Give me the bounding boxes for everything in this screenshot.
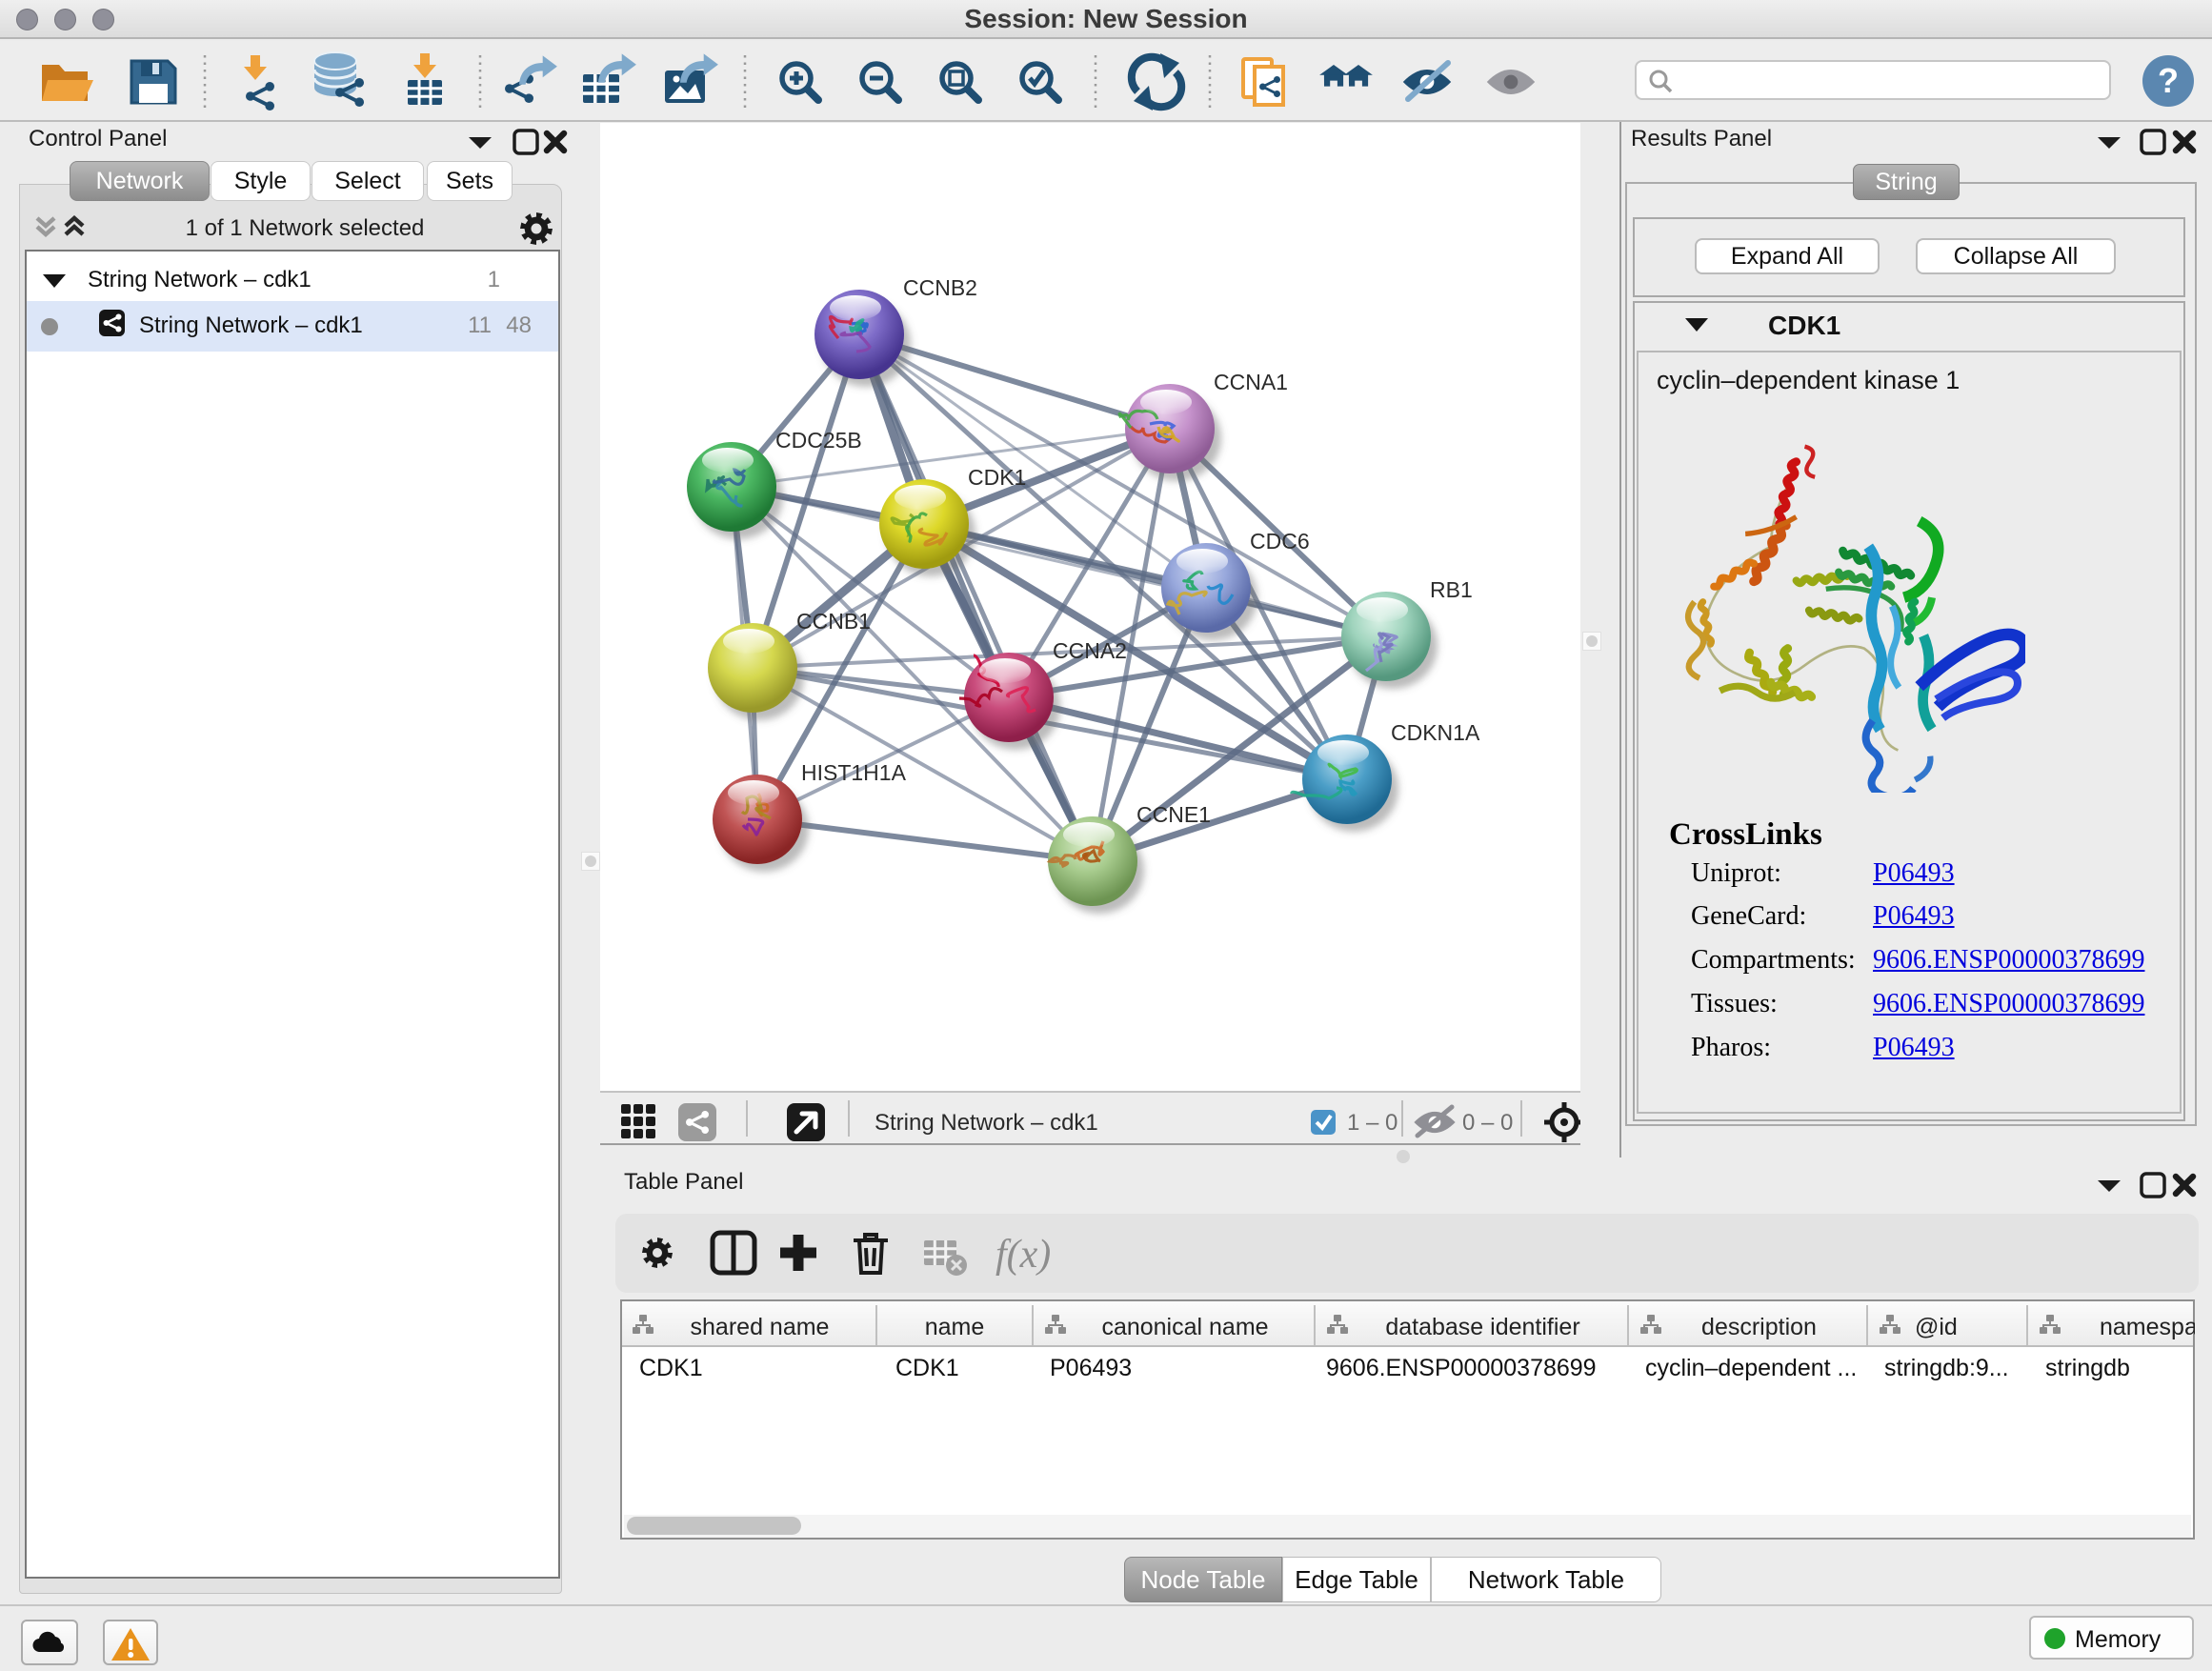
svg-text:CDK1: CDK1 (968, 465, 1026, 490)
svg-text:CCNA2: CCNA2 (1053, 638, 1127, 663)
svg-text:RB1: RB1 (1430, 577, 1473, 602)
svg-text:HIST1H1A: HIST1H1A (801, 760, 907, 785)
svg-text:namespac: namespac (2100, 1314, 2195, 1340)
svg-text:1 – 0: 1 – 0 (1347, 1110, 1398, 1136)
svg-text:canonical name: canonical name (1101, 1314, 1268, 1340)
svg-text:database identifier: database identifier (1385, 1314, 1579, 1340)
svg-text:String Network – cdk1: String Network – cdk1 (875, 1110, 1098, 1136)
svg-text:CCNA1: CCNA1 (1214, 370, 1288, 394)
svg-text:CDKN1A: CDKN1A (1391, 720, 1480, 745)
svg-text:shared name: shared name (691, 1314, 830, 1340)
svg-text:CCNB2: CCNB2 (903, 275, 977, 300)
svg-text:CCNE1: CCNE1 (1136, 802, 1211, 827)
svg-text:name: name (925, 1314, 985, 1340)
svg-text:CDC6: CDC6 (1250, 529, 1310, 554)
svg-text:f(x): f(x) (995, 1233, 1051, 1277)
svg-text:@id: @id (1915, 1314, 1958, 1340)
svg-text:0 – 0: 0 – 0 (1462, 1110, 1513, 1136)
svg-text:description: description (1701, 1314, 1817, 1340)
svg-text:CCNB1: CCNB1 (796, 609, 871, 634)
svg-text:CDC25B: CDC25B (775, 428, 862, 453)
